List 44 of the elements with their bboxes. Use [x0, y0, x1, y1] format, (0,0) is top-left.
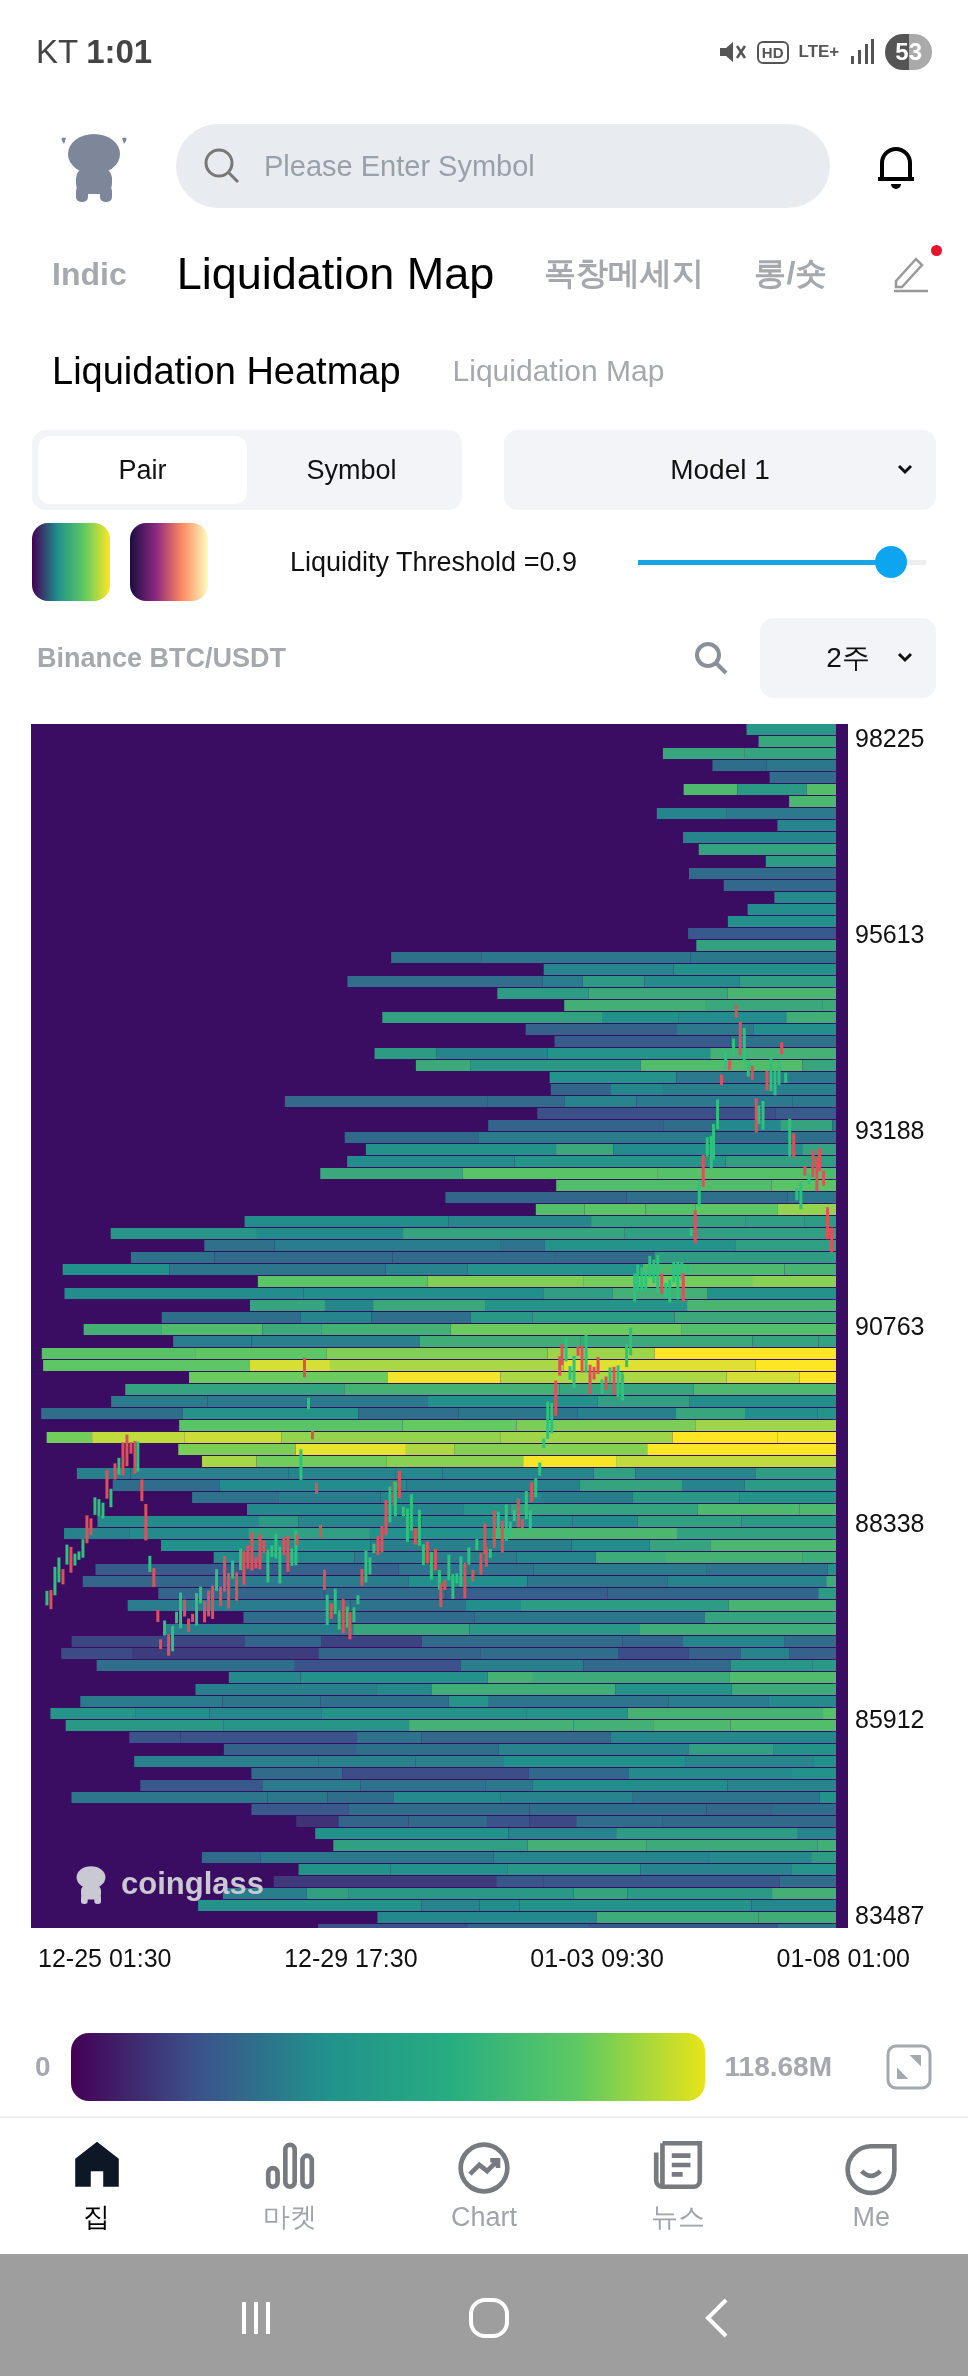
segment-button[interactable]: Symbol: [247, 436, 456, 504]
battery-level: 53: [885, 34, 932, 70]
nav-tab[interactable]: 집: [0, 2118, 194, 2254]
fullscreen-icon[interactable]: [886, 2044, 932, 2090]
view-tab[interactable]: Liquidation Heatmap: [52, 349, 401, 393]
price-axis-label: 83487: [855, 1900, 925, 1930]
price-axis-label: 93188: [855, 1116, 925, 1146]
price-axis-label: 88338: [855, 1508, 925, 1538]
category-tab[interactable]: 폭창메세지: [544, 252, 705, 296]
time-axis-label: 12-29 17:30: [284, 1944, 418, 1974]
price-axis-label: 98225: [855, 724, 925, 753]
price-axis-label: 85912: [855, 1704, 925, 1734]
time-axis-label: 01-03 09:30: [530, 1944, 664, 1974]
price-axis-label: 95613: [855, 920, 925, 950]
home-button-icon[interactable]: [467, 2295, 511, 2340]
price-axis-label: 90763: [855, 1312, 925, 1342]
chart-watermark: coinglass: [121, 1866, 264, 1902]
category-tab[interactable]: Liquidation Map: [176, 248, 495, 300]
signal-icon: [849, 38, 876, 66]
threshold-label: Liquidity Threshold =0.9: [290, 546, 577, 578]
nav-tab[interactable]: 마켓: [193, 2118, 388, 2254]
palette-swatch[interactable]: [32, 523, 110, 601]
nav-tab[interactable]: Chart: [387, 2118, 581, 2254]
palette-swatch[interactable]: [130, 523, 208, 601]
range-dropdown[interactable]: 2주: [760, 618, 936, 698]
segment-button[interactable]: Pair: [38, 436, 247, 504]
legend-max: 118.68M: [724, 2051, 832, 2083]
time-axis-label: 01-08 01:00: [776, 1944, 910, 1974]
search-icon[interactable]: [692, 639, 730, 677]
trend-chart-icon: [456, 2139, 512, 2196]
legend-min: 0: [35, 2051, 51, 2083]
time-axis-label: 12-25 01:30: [38, 1944, 172, 1974]
view-tab[interactable]: Liquidation Map: [452, 354, 665, 388]
category-tab[interactable]: Indic: [52, 255, 127, 293]
search-field[interactable]: Please Enter Symbol: [176, 124, 830, 208]
nav-tab[interactable]: 뉴스: [580, 2118, 775, 2254]
clock: 1:01: [86, 33, 153, 70]
network-type: LTE+: [798, 42, 840, 62]
category-tab[interactable]: 롱/숏: [754, 252, 828, 296]
nav-tab[interactable]: Me: [774, 2118, 968, 2254]
hd-voice-icon: HD: [756, 40, 789, 64]
model-dropdown[interactable]: Model 1: [504, 430, 936, 510]
carrier: KT: [36, 33, 79, 70]
pair-label: Binance BTC/USDT: [37, 642, 288, 674]
